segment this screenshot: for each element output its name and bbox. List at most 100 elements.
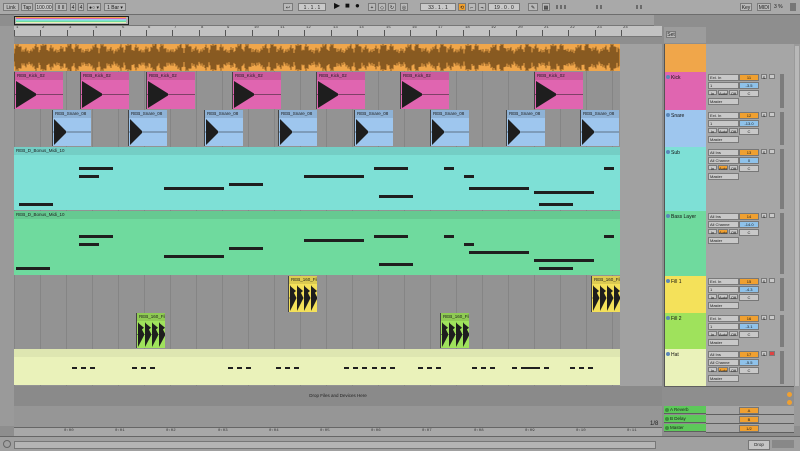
input-channel-select[interactable]: 1 — [708, 82, 739, 89]
solo-button[interactable]: S — [761, 149, 767, 155]
monitor-in-button[interactable]: In — [708, 128, 717, 134]
track-lane[interactable]: REB_Snare_08 REB_Snare_08 REB_Snare_08 REB_… — [14, 110, 662, 148]
track-activator-icon[interactable] — [665, 426, 669, 430]
track-activator-icon[interactable] — [666, 113, 670, 117]
scrollbar-thumb[interactable] — [795, 46, 799, 386]
monitor-auto-button[interactable]: Auto — [718, 128, 728, 134]
arrangement-view[interactable]: REB_Kick_02 REB_Kick_02 REB_Kick_02 REB_Kic… — [14, 44, 662, 434]
output-select[interactable]: Master — [708, 173, 739, 180]
metronome-button[interactable]: ●○ ▾ — [87, 3, 101, 11]
drop-target-button[interactable]: Drop — [748, 440, 770, 450]
drop-zone[interactable]: Drop Files and Devices Here — [14, 386, 662, 406]
set-button[interactable]: Set — [666, 31, 676, 38]
stop-icon[interactable]: ■ — [345, 1, 350, 11]
track-activator-icon[interactable] — [666, 75, 670, 79]
solo-button[interactable]: S — [761, 278, 767, 284]
midi-clip[interactable]: REB_D_Bonus_Midi_10 — [14, 211, 620, 275]
time-ruler[interactable]: 0:00 0:01 0:02 0:03 0:04 0:05 0:06 0:07 0:08 0:09… — [14, 427, 662, 436]
input-channel-select[interactable]: 1 — [708, 286, 739, 293]
input-type-select[interactable]: Ext. In — [708, 315, 739, 322]
track-number[interactable]: 14 — [739, 213, 759, 220]
link-button[interactable]: Link — [3, 3, 19, 11]
zoom-out-icon[interactable] — [787, 400, 792, 405]
input-type-select[interactable]: Ext. In — [708, 278, 739, 285]
audio-clip[interactable]: REB_160_Fill — [136, 313, 165, 348]
zoom-in-icon[interactable] — [787, 392, 792, 397]
audio-clip[interactable]: REB_Snare_08 — [128, 110, 167, 146]
track-number[interactable]: 12 — [739, 112, 759, 119]
track-activator-icon[interactable] — [666, 150, 670, 154]
output-select[interactable]: Master — [708, 375, 739, 382]
track-activator-icon[interactable] — [666, 214, 670, 218]
track-number[interactable]: 17 — [739, 351, 759, 358]
track-number[interactable]: 11 — [739, 74, 759, 81]
arrangement-overview[interactable] — [14, 15, 654, 26]
overdub-button[interactable]: + — [368, 3, 376, 11]
record-icon[interactable]: ● — [355, 1, 360, 11]
track-lane[interactable]: REB_160_Fill REB_160_Fill — [14, 276, 662, 314]
audio-clip[interactable]: REB_160_Fill — [288, 276, 317, 312]
output-select[interactable]: Master — [708, 237, 739, 244]
audio-clip[interactable]: REB_Kick_02 — [400, 72, 449, 109]
track-pan[interactable]: C — [739, 165, 759, 172]
capture-button[interactable]: ◎ — [400, 3, 408, 11]
track-volume[interactable]: -5.5 — [739, 359, 759, 366]
audio-clip[interactable]: REB_Kick_02 — [232, 72, 281, 109]
monitor-in-button[interactable]: In — [708, 165, 717, 171]
computer-midi-button[interactable]: ▦ — [542, 3, 550, 11]
input-channel-select[interactable]: All Channe — [708, 157, 739, 164]
midi-map-button[interactable]: MIDI — [757, 3, 771, 11]
arm-button[interactable] — [769, 351, 775, 356]
monitor-off-button[interactable]: Off — [729, 90, 738, 96]
info-view-toggle-icon[interactable] — [3, 440, 11, 448]
punch-in-button[interactable]: ⌐ — [468, 3, 476, 11]
detail-view-toggle[interactable] — [772, 440, 794, 448]
loop-start[interactable]: 33 . 1 . 1 — [420, 3, 456, 11]
loop-length[interactable]: 19 . 0 . 0 — [488, 3, 520, 11]
track-header[interactable]: Kick — [664, 72, 707, 111]
audio-clip[interactable]: REB_160_Fill — [591, 276, 620, 312]
meter-numerator[interactable]: 4 — [70, 3, 76, 11]
track-activator-icon[interactable] — [666, 316, 670, 320]
output-select[interactable]: Master — [708, 339, 739, 346]
beat-time-ruler[interactable]: 1 2 3 4 5 6 7 8 9 10 11 12 13 14 15 16 17 18 19 20 21 22 23 24 — [14, 26, 662, 37]
tempo-nudge[interactable]: II II — [55, 3, 67, 11]
audio-clip[interactable]: REB_Kick_02 — [534, 72, 583, 109]
solo-button[interactable]: S — [761, 74, 767, 80]
track-header[interactable]: Snare — [664, 110, 707, 148]
track-lane[interactable] — [14, 44, 662, 73]
input-channel-select[interactable]: All Channe — [708, 221, 739, 228]
arm-button[interactable] — [769, 278, 775, 283]
audio-clip[interactable]: REB_Snare_08 — [278, 110, 317, 146]
track-activator-icon[interactable] — [665, 417, 669, 421]
monitor-off-button[interactable]: Off — [729, 367, 738, 373]
input-type-select[interactable]: All Ins — [708, 213, 739, 220]
solo-button[interactable]: S — [761, 213, 767, 219]
input-type-select[interactable]: Ext. In — [708, 74, 739, 81]
track-number[interactable]: 13 — [739, 149, 759, 156]
audio-clip[interactable]: REB_Snare_08 — [52, 110, 91, 146]
clip[interactable] — [14, 44, 620, 71]
punch-out-button[interactable]: ¬ — [478, 3, 486, 11]
track-volume[interactable]: -3.5 — [739, 82, 759, 89]
input-channel-select[interactable]: All Channe — [708, 359, 739, 366]
vertical-scrollbar[interactable] — [794, 44, 800, 426]
track-activator-icon[interactable] — [666, 279, 670, 283]
arm-button[interactable] — [769, 112, 775, 117]
arm-button[interactable] — [769, 149, 775, 154]
track-header[interactable]: Hat — [664, 349, 707, 387]
track-header[interactable]: Fill 2 — [664, 313, 707, 350]
audio-clip[interactable]: REB_160_Fill — [440, 313, 469, 348]
meter-denominator[interactable]: 4 — [78, 3, 84, 11]
return-track-header[interactable]: B Delay — [664, 415, 706, 423]
midi-clip[interactable] — [14, 349, 620, 385]
audio-clip[interactable]: REB_Kick_02 — [14, 72, 63, 109]
track-number[interactable]: 15 — [739, 278, 759, 285]
audio-clip[interactable]: REB_Snare_08 — [580, 110, 619, 146]
monitor-in-button[interactable]: In — [708, 229, 717, 235]
track-pan[interactable]: C — [739, 90, 759, 97]
track-pan[interactable]: C — [739, 128, 759, 135]
track-lane[interactable] — [14, 349, 662, 387]
audio-clip[interactable]: REB_Kick_02 — [80, 72, 129, 109]
track-volume[interactable]: -13.0 — [739, 120, 759, 127]
